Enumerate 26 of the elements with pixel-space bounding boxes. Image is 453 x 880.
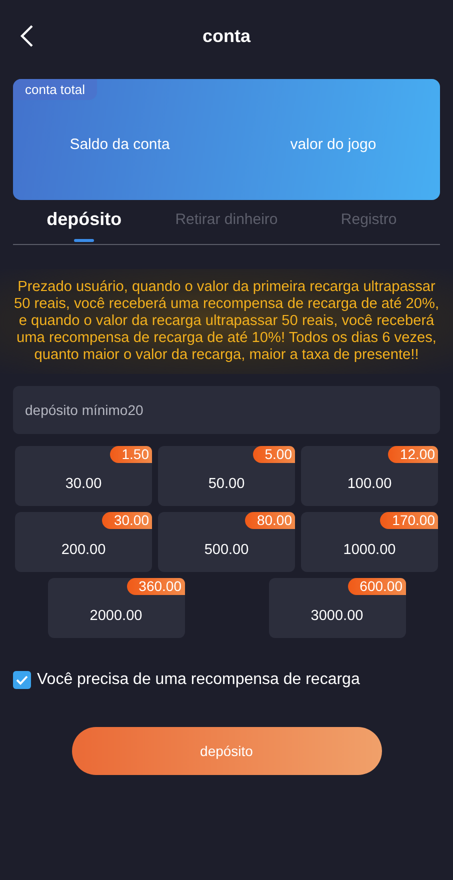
bonus-badge: 1.50 (110, 446, 152, 463)
bonus-badge: 80.00 (244, 512, 295, 529)
back-icon (20, 24, 34, 48)
bonus-badge: 5.00 (252, 446, 295, 463)
amount-option[interactable]: 3000.00 600.00 (268, 578, 406, 638)
bonus-badge: 12.00 (388, 446, 438, 463)
notice-text: Prezado usuário, quando o valor da primeira recarga ultrapassar 50 reais, você receberá uma recompensa de recarga de até 20%, e quando o valor da recarga ultrapassar 50 reais, você receberá uma recompensa de recarga de até 10%! Todos os dias 6 vezes, quanto maior o valor da recarga, maior a taxa de presente!! (0, 269, 453, 374)
amount-option[interactable]: 2000.00 360.00 (48, 578, 184, 638)
page-title: conta (202, 26, 250, 47)
tab[interactable]: depósito (13, 200, 156, 244)
checkbox-label: Você precisa de uma recompensa de recarga (37, 671, 360, 689)
bonus-badge: 600.00 (348, 578, 406, 595)
checkbox[interactable] (13, 671, 31, 689)
card-badge: conta total (13, 79, 97, 100)
amount-option[interactable]: 1000.00 170.00 (301, 512, 438, 572)
balance-label: Saldo da conta (68, 135, 171, 153)
amount-option[interactable]: 100.00 12.00 (301, 446, 438, 506)
amount-option[interactable]: 50.00 5.00 (158, 446, 295, 506)
bonus-badge: 360.00 (126, 578, 184, 595)
amount-option[interactable]: 200.00 30.00 (15, 512, 152, 572)
amount-option[interactable]: 500.00 80.00 (158, 512, 295, 572)
balance-label: valor do jogo (289, 135, 378, 153)
bonus-badge: 30.00 (102, 512, 152, 529)
amount-option[interactable]: 30.00 1.50 (15, 446, 152, 506)
amount-input[interactable]: depósito mínimo20 (13, 386, 440, 434)
bonus-badge: 170.00 (380, 512, 438, 529)
